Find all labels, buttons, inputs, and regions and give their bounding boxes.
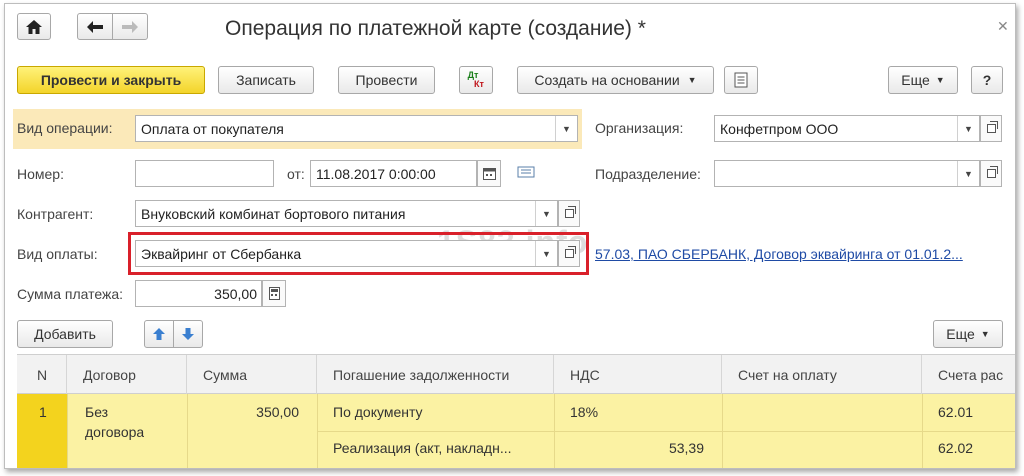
cell-repayment-doc[interactable]: Реализация (акт, накладн... (333, 440, 548, 456)
arrow-left-icon (87, 20, 103, 33)
pay-type-value: Эквайринг от Сбербанка (141, 245, 302, 262)
cell-account-2[interactable]: 62.02 (938, 440, 973, 456)
calendar-button[interactable] (477, 160, 501, 187)
amount-input[interactable]: 350,00 (135, 280, 262, 307)
open-icon (986, 121, 998, 133)
chevron-down-icon: ▼ (935, 75, 945, 85)
chevron-down-icon[interactable]: ▼ (957, 161, 979, 186)
col-header-accounts[interactable]: Счета рас (922, 355, 1015, 395)
chevron-down-icon: ▼ (687, 75, 697, 85)
chevron-down-icon[interactable]: ▼ (957, 116, 979, 141)
org-label: Организация: (595, 120, 684, 136)
date-input[interactable]: 11.08.2017 0:00:00 (310, 160, 477, 187)
open-icon (564, 206, 576, 218)
row-divider (317, 431, 1015, 432)
cell-n: 1 (39, 404, 47, 420)
open-icon (564, 246, 576, 258)
home-icon (26, 19, 42, 34)
post-button[interactable]: Провести (338, 66, 435, 94)
counterparty-label: Контрагент: (17, 206, 94, 222)
home-button[interactable] (17, 13, 51, 40)
more-button[interactable]: Еще ▼ (888, 66, 958, 94)
move-down-button[interactable] (173, 320, 203, 348)
division-field[interactable]: ▼ (714, 160, 980, 187)
save-button[interactable]: Записать (218, 66, 314, 94)
pay-type-open-button[interactable] (558, 240, 580, 267)
arrow-right-icon (122, 20, 138, 33)
dt-kt-button[interactable]: Дт Кт (459, 66, 493, 94)
col-header-n[interactable]: N (17, 355, 67, 395)
calculator-button[interactable] (262, 280, 286, 307)
col-header-repayment[interactable]: Погашение задолженности (317, 355, 554, 395)
window-title: Операция по платежной карте (создание) * (225, 17, 646, 40)
org-field[interactable]: Конфетпром ООО ▼ (714, 115, 980, 142)
arrow-up-icon (153, 328, 165, 340)
number-label: Номер: (17, 166, 64, 182)
col-header-vat[interactable]: НДС (554, 355, 722, 395)
cell-repayment[interactable]: По документу (333, 404, 423, 420)
report-button[interactable] (724, 66, 758, 94)
chevron-down-icon[interactable]: ▼ (555, 116, 577, 141)
division-open-button[interactable] (980, 160, 1002, 187)
col-header-amount[interactable]: Сумма (187, 355, 317, 395)
comment-icon[interactable] (517, 166, 535, 183)
create-based-on-label: Создать на основании (534, 72, 680, 88)
table-more-label: Еще (946, 326, 975, 342)
calculator-icon (268, 287, 280, 300)
calendar-icon (482, 167, 496, 180)
move-up-button[interactable] (144, 320, 174, 348)
close-icon[interactable]: ✕ (997, 18, 1009, 35)
more-label: Еще (901, 72, 930, 88)
cell-vat-amount[interactable]: 53,39 (554, 440, 704, 456)
table-header: N Договор Сумма Погашение задолженности … (17, 354, 1015, 395)
division-label: Подразделение: (595, 166, 701, 182)
cell-account-1[interactable]: 62.01 (938, 404, 973, 420)
from-label: от: (287, 166, 305, 182)
table-more-button[interactable]: Еще ▼ (933, 320, 1003, 348)
counterparty-value: Внуковский комбинат бортового питания (141, 205, 406, 222)
document-icon (734, 72, 748, 88)
back-button[interactable] (77, 13, 113, 40)
op-type-select[interactable]: Оплата от покупателя ▼ (135, 115, 578, 142)
cell-contract-line2[interactable]: договора (85, 424, 144, 440)
org-value: Конфетпром ООО (720, 120, 839, 137)
chevron-down-icon[interactable]: ▼ (535, 241, 557, 266)
payments-table: N Договор Сумма Погашение задолженности … (17, 354, 1015, 468)
date-value: 11.08.2017 0:00:00 (316, 165, 436, 182)
cell-contract-line1[interactable]: Без (85, 404, 108, 420)
pay-type-field[interactable]: Эквайринг от Сбербанка ▼ (135, 240, 558, 267)
add-row-button[interactable]: Добавить (17, 320, 113, 348)
kt-label: Кт (474, 79, 484, 89)
cell-vat-rate[interactable]: 18% (570, 404, 598, 420)
pay-type-account-link[interactable]: 57.03, ПАО СБЕРБАНК, Договор эквайринга … (595, 246, 963, 262)
amount-label: Сумма платежа: (17, 286, 124, 302)
forward-button[interactable] (112, 13, 148, 40)
cell-amount[interactable]: 350,00 (187, 404, 299, 420)
post-and-close-button[interactable]: Провести и закрыть (17, 66, 205, 94)
col-header-contract[interactable]: Договор (67, 355, 187, 395)
arrow-down-icon (182, 328, 194, 340)
help-button[interactable]: ? (971, 66, 1003, 94)
org-open-button[interactable] (980, 115, 1002, 142)
create-based-on-button[interactable]: Создать на основании ▼ (517, 66, 714, 94)
op-type-label: Вид операции: (17, 120, 113, 136)
open-icon (986, 166, 998, 178)
col-divider (67, 394, 68, 468)
number-input[interactable] (135, 160, 274, 187)
chevron-down-icon[interactable]: ▼ (535, 201, 557, 226)
op-type-value: Оплата от покупателя (141, 120, 284, 137)
amount-value: 350,00 (214, 285, 257, 302)
counterparty-open-button[interactable] (558, 200, 580, 227)
document-window: Операция по платежной карте (создание) *… (4, 3, 1016, 469)
pay-type-label: Вид оплаты: (17, 246, 98, 262)
chevron-down-icon: ▼ (980, 329, 990, 339)
counterparty-field[interactable]: Внуковский комбинат бортового питания ▼ (135, 200, 558, 227)
col-header-invoice[interactable]: Счет на оплату (722, 355, 922, 395)
